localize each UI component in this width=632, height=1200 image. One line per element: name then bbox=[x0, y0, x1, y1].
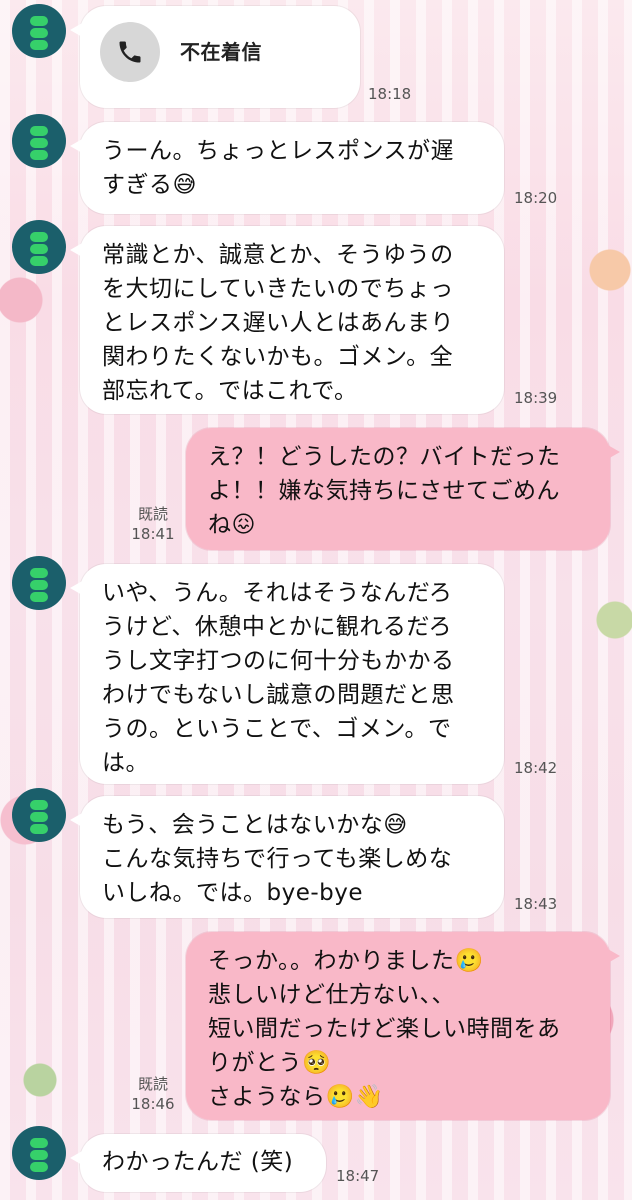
timestamp-block: 既読 18:41 bbox=[128, 504, 178, 544]
timestamp: 18:41 bbox=[131, 525, 175, 543]
avatar[interactable] bbox=[12, 556, 66, 610]
timestamp: 18:20 bbox=[514, 189, 558, 207]
timestamp: 18:42 bbox=[514, 759, 558, 777]
avatar[interactable] bbox=[12, 4, 66, 58]
avatar[interactable] bbox=[12, 788, 66, 842]
message-bubble[interactable]: もう、会うことはないかな😅 こんな気持ちで行っても楽しめな いしね。では。bye… bbox=[70, 796, 504, 918]
message-text: いや、うん。それはそうなんだろ うけど、休憩中とかに観れるだろ うし文字打つのに… bbox=[102, 580, 455, 776]
message-bubble[interactable]: 常識とか、誠意とか、そうゆうの を大切にしていきたいのでちょっ とレスポンス遅い… bbox=[70, 226, 504, 414]
timestamp-block: 既読 18:46 bbox=[128, 1074, 178, 1114]
timestamp: 18:46 bbox=[131, 1095, 175, 1113]
message-bubble[interactable]: え？！どうしたの？バイトだった よ！！嫌な気持ちにさせてごめん ね😖 bbox=[186, 428, 620, 550]
missed-call-label: 不在着信 bbox=[180, 40, 262, 64]
timestamp: 18:47 bbox=[336, 1167, 380, 1185]
read-receipt: 既読 bbox=[137, 505, 168, 523]
message-text: わかったんだ (笑) bbox=[102, 1149, 294, 1175]
timestamp: 18:39 bbox=[514, 389, 558, 407]
message-bubble[interactable]: いや、うん。それはそうなんだろ うけど、休憩中とかに観れるだろ うし文字打つのに… bbox=[70, 564, 504, 784]
message-bubble[interactable]: そっか。。わかりました🥲 悲しいけど仕方ない、、 短い間だったけど楽しい時間をあ… bbox=[186, 932, 620, 1120]
message-text: うーん。ちょっとレスポンスが遅 すぎる😅 bbox=[102, 138, 455, 198]
phone-icon bbox=[100, 22, 160, 82]
message-bubble[interactable]: うーん。ちょっとレスポンスが遅 すぎる😅 bbox=[70, 122, 504, 214]
avatar[interactable] bbox=[12, 114, 66, 168]
message-text: そっか。。わかりました🥲 悲しいけど仕方ない、、 短い間だったけど楽しい時間をあ… bbox=[208, 948, 561, 1110]
message-bubble[interactable]: わかったんだ (笑) bbox=[70, 1134, 326, 1192]
message-text: 常識とか、誠意とか、そうゆうの を大切にしていきたいのでちょっ とレスポンス遅い… bbox=[102, 242, 455, 404]
message-text: え？！どうしたの？バイトだった よ！！嫌な気持ちにさせてごめん ね😖 bbox=[208, 444, 561, 538]
message-text: もう、会うことはないかな😅 こんな気持ちで行っても楽しめな いしね。では。bye… bbox=[102, 812, 453, 906]
timestamp: 18:18 bbox=[368, 85, 412, 103]
timestamp: 18:43 bbox=[514, 895, 558, 913]
missed-call-bubble[interactable]: 不在着信 bbox=[70, 6, 360, 108]
read-receipt: 既読 bbox=[137, 1075, 168, 1093]
avatar[interactable] bbox=[12, 1126, 66, 1180]
avatar[interactable] bbox=[12, 220, 66, 274]
